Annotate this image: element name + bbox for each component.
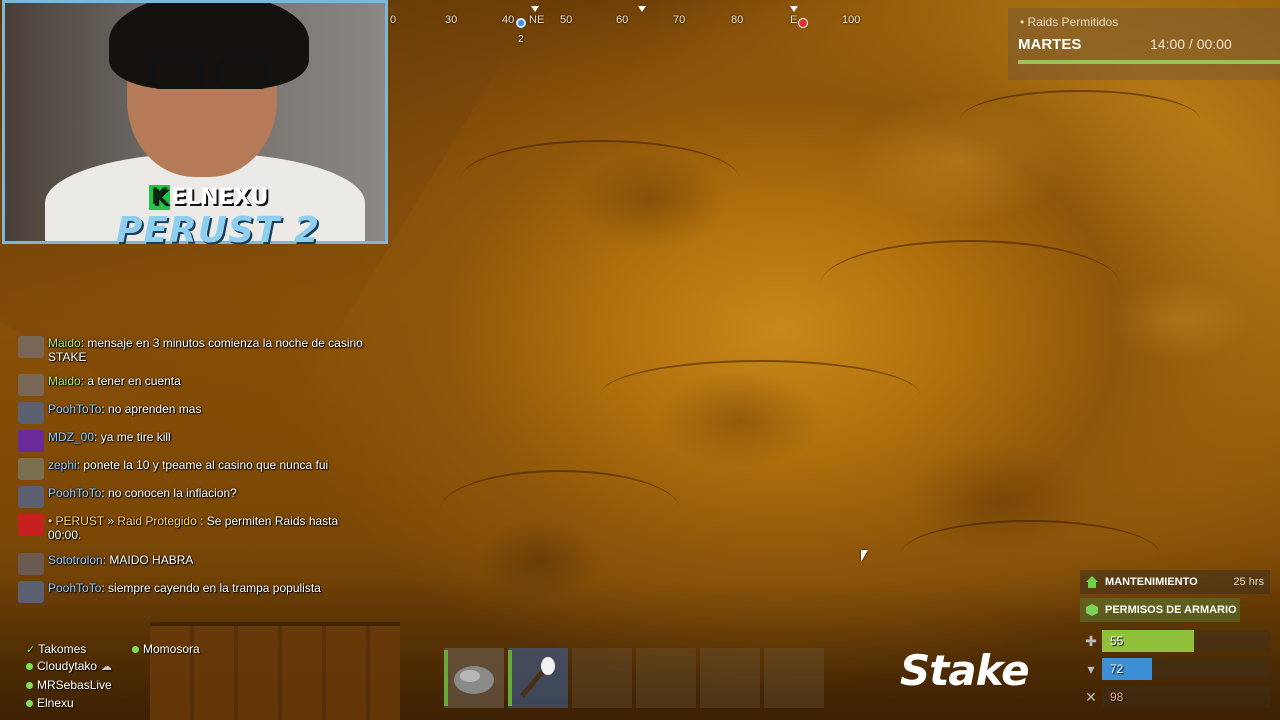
- sponsor-logo: Stake: [900, 646, 1030, 695]
- hotbar-slot[interactable]: [700, 648, 760, 708]
- avatar: [18, 374, 44, 396]
- chat-message: • PERUST » Raid Protegido : Se permiten …: [18, 514, 398, 542]
- cupboard-permissions: PERMISOS DE ARMARIO: [1080, 598, 1240, 622]
- online-dot-icon: [26, 681, 33, 689]
- series-logo: PERUST 2: [116, 210, 320, 251]
- thirst-value: 72: [1110, 662, 1124, 676]
- online-dot-icon: [26, 699, 33, 707]
- check-icon: ✓: [26, 643, 36, 656]
- compass-tick: 60: [616, 14, 629, 26]
- hotbar: [444, 648, 828, 708]
- team-member[interactable]: ✓ Takomes: [26, 642, 86, 656]
- avatar: [18, 553, 44, 575]
- compass-marker-icon: [790, 6, 798, 12]
- avatar: [18, 581, 44, 603]
- webcam-overlay: K ELNEXU: [2, 0, 388, 244]
- hotbar-slot[interactable]: [764, 648, 824, 708]
- streamer-brand: K ELNEXU: [149, 185, 269, 210]
- upkeep-status: MANTENIMIENTO 25 hrs: [1080, 570, 1270, 594]
- chat-message: MDZ_00: ya me tire kill: [18, 430, 398, 452]
- home-icon: [1086, 576, 1098, 588]
- map-pin-number: 2: [518, 34, 524, 45]
- hotbar-slot-torch[interactable]: [508, 648, 568, 708]
- compass-marker-icon: [531, 6, 539, 12]
- team-member[interactable]: Momosora: [132, 642, 200, 656]
- compass-tick: 30: [445, 14, 458, 26]
- team-member[interactable]: Cloudytako ☁: [26, 659, 112, 673]
- hotbar-slot-rock[interactable]: [444, 648, 504, 708]
- avatar: [18, 458, 44, 480]
- compass-heading-icon: [638, 6, 646, 12]
- chat-message: PoohToTo: siempre cayendo en la trampa p…: [18, 581, 398, 603]
- hotbar-slot[interactable]: [572, 648, 632, 708]
- chat-message: Maido: a tener en cuenta: [18, 374, 398, 396]
- torch-icon: [520, 657, 555, 698]
- compass-bar: 0 30 40 NE 50 60 70 80 E 100 2: [390, 0, 870, 50]
- server-icon: [18, 514, 44, 536]
- team-member[interactable]: MRSebasLive: [26, 678, 112, 692]
- sleeping-icon: ☁: [101, 660, 113, 673]
- mouse-cursor-icon: [861, 550, 868, 562]
- glasses-icon: [217, 59, 269, 89]
- health-stat: ✚ 55: [1080, 630, 1270, 652]
- upkeep-label: MANTENIMIENTO: [1105, 576, 1198, 588]
- plus-icon: ✚: [1085, 632, 1097, 649]
- online-dot-icon: [132, 645, 139, 653]
- raids-day: MARTES: [1018, 36, 1082, 53]
- team-member[interactable]: Elnexu: [26, 696, 74, 710]
- raids-progress-bar: [1018, 60, 1280, 64]
- raids-panel: • Raids Permitidos MARTES 14:00 / 00:00: [1008, 8, 1280, 80]
- enemy-marker-icon: [798, 18, 808, 28]
- health-value: 55: [1110, 634, 1124, 648]
- online-dot-icon: [26, 662, 33, 670]
- glasses-icon: [151, 59, 203, 89]
- fork-knife-icon: ✕: [1085, 688, 1097, 705]
- thirst-stat: ▾ 72: [1080, 658, 1270, 680]
- streamer-hair: [109, 3, 309, 89]
- compass-tick: 80: [731, 14, 744, 26]
- rock-icon: [454, 666, 494, 694]
- cube-icon: [1086, 604, 1098, 616]
- raids-time: 14:00 / 00:00: [1150, 36, 1232, 52]
- compass-tick: E: [790, 14, 798, 26]
- compass-tick: NE: [529, 14, 545, 26]
- upkeep-time: 25 hrs: [1233, 576, 1264, 588]
- chat-message: Maido: mensaje en 3 minutos comienza la …: [18, 336, 398, 364]
- compass-tick: 100: [842, 14, 861, 26]
- raids-title: • Raids Permitidos: [1020, 15, 1119, 29]
- chat-message: zephi: ponete la 10 y tpeame al casino q…: [18, 458, 398, 480]
- hunger-value: 98: [1110, 690, 1124, 704]
- hotbar-slot[interactable]: [636, 648, 696, 708]
- compass-tick: 70: [673, 14, 686, 26]
- avatar: [18, 486, 44, 508]
- avatar: [18, 402, 44, 424]
- chat-message: Sototrolon: MAIDO HABRA: [18, 553, 398, 575]
- compass-tick: 40: [502, 14, 515, 26]
- compass-tick: 50: [560, 14, 573, 26]
- avatar: [18, 430, 44, 452]
- chat-message: PoohToTo: no conocen la inflacion?: [18, 486, 398, 508]
- map-pin-icon: [516, 18, 526, 28]
- cup-icon: ▾: [1087, 660, 1095, 677]
- hunger-stat: ✕ 98: [1080, 686, 1270, 708]
- chat-message: PoohToTo: no aprenden mas: [18, 402, 398, 424]
- permissions-label: PERMISOS DE ARMARIO: [1105, 604, 1237, 616]
- avatar: [18, 336, 44, 358]
- team-list: ✓ Takomes Momosora Cloudytako ☁ MRSebasLiv…: [24, 640, 264, 720]
